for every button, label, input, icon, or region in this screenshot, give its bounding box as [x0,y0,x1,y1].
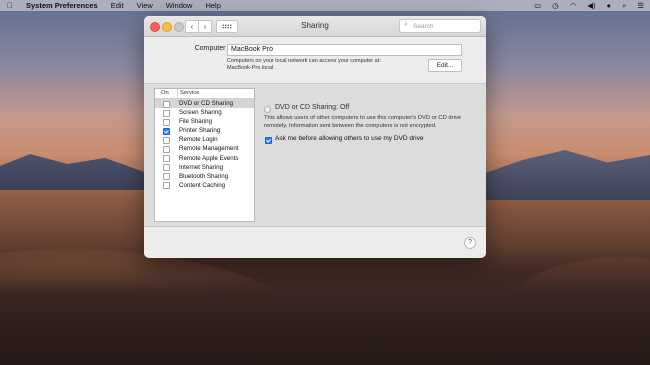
search-input[interactable] [413,20,477,32]
menu-edit[interactable]: Edit [111,1,124,10]
menu-window[interactable]: Window [166,1,193,10]
apple-menu-icon[interactable]:  [5,1,15,10]
service-name: Remote Management [179,145,239,153]
services-header: On Service [155,89,254,99]
menu-app-name[interactable]: System Preferences [26,1,98,10]
search-field[interactable]: ⌕ [399,19,481,33]
service-row-remote-apple-events[interactable]: Remote Apple Events [155,154,254,163]
airplay-icon[interactable]: ▭ [534,1,541,10]
computer-name-field[interactable]: MacBook Pro [227,44,462,56]
computer-name-note: Computers on your local network can acce… [227,58,397,72]
sharing-window: ‹ › Sharing ⌕ Computer Name: MacBook Pro… [144,16,486,258]
service-checkbox[interactable] [163,164,170,172]
service-description: This allows users of other computers to … [264,115,461,129]
computer-name-note-line1: Computers on your local network can acce… [227,58,381,64]
service-name: Remote Login [179,136,218,144]
service-row-screen-sharing[interactable]: Screen Sharing [155,108,254,117]
volume-icon[interactable]: ◀) [587,1,595,10]
sharing-content: On Service DVD or CD Sharing Screen Shar… [144,83,486,227]
help-button[interactable]: ? [464,237,476,249]
services-list: On Service DVD or CD Sharing Screen Shar… [154,88,255,222]
service-name: Screen Sharing [179,109,222,117]
time-machine-icon[interactable]: ◷ [552,1,559,10]
service-row-internet-sharing[interactable]: Internet Sharing [155,163,254,172]
ask-permission-checkbox[interactable] [265,137,272,144]
wallpaper-ground [0,245,650,365]
service-row-content-caching[interactable]: Content Caching [155,181,254,190]
header-on[interactable]: On [161,89,169,98]
service-checkbox[interactable] [163,100,170,108]
wifi-icon[interactable]: ◠ [570,1,577,10]
service-name: Internet Sharing [179,163,224,171]
service-checkbox[interactable] [163,136,170,144]
computer-name-note-line2: MacBook-Pro.local [227,65,274,71]
menu-bar:  System Preferences Edit View Window He… [0,0,650,11]
service-checkbox[interactable] [163,155,170,163]
service-row-remote-management[interactable]: Remote Management [155,144,254,153]
ask-permission-label[interactable]: Ask me before allowing others to use my … [275,135,423,142]
service-checkbox[interactable] [163,173,170,181]
service-name: File Sharing [179,118,213,126]
service-row-remote-login[interactable]: Remote Login [155,135,254,144]
service-name: Printer Sharing [179,127,221,135]
service-checkbox[interactable] [163,145,170,153]
service-row-bluetooth-sharing[interactable]: Bluetooth Sharing [155,172,254,181]
menu-status-area: ▭ ◷ ◠ ◀) ● ⌕ ☰ [534,0,644,11]
status-indicator [264,106,271,113]
edit-button[interactable]: Edit... [428,59,462,72]
service-checkbox[interactable] [163,182,170,190]
service-row-file-sharing[interactable]: File Sharing [155,117,254,126]
service-name: Content Caching [179,181,226,189]
service-status: DVD or CD Sharing: Off [275,104,350,111]
header-service[interactable]: Service [177,89,199,98]
service-name: Remote Apple Events [179,154,239,162]
service-row-printer-sharing[interactable]: Printer Sharing [155,126,254,135]
service-checkbox-checked[interactable] [163,127,170,135]
search-icon: ⌕ [404,21,408,28]
window-titlebar: ‹ › Sharing ⌕ [144,16,486,37]
service-checkbox[interactable] [163,109,170,117]
user-icon[interactable]: ● [607,1,612,10]
service-row-dvd-or-cd-sharing[interactable]: DVD or CD Sharing [155,99,254,109]
menu-list-icon[interactable]: ☰ [637,1,644,10]
service-name: DVD or CD Sharing [179,100,233,107]
spotlight-icon[interactable]: ⌕ [622,1,626,11]
menu-help[interactable]: Help [205,1,220,10]
service-name: Bluetooth Sharing [179,172,229,180]
service-checkbox[interactable] [163,118,170,126]
menu-view[interactable]: View [137,1,153,10]
